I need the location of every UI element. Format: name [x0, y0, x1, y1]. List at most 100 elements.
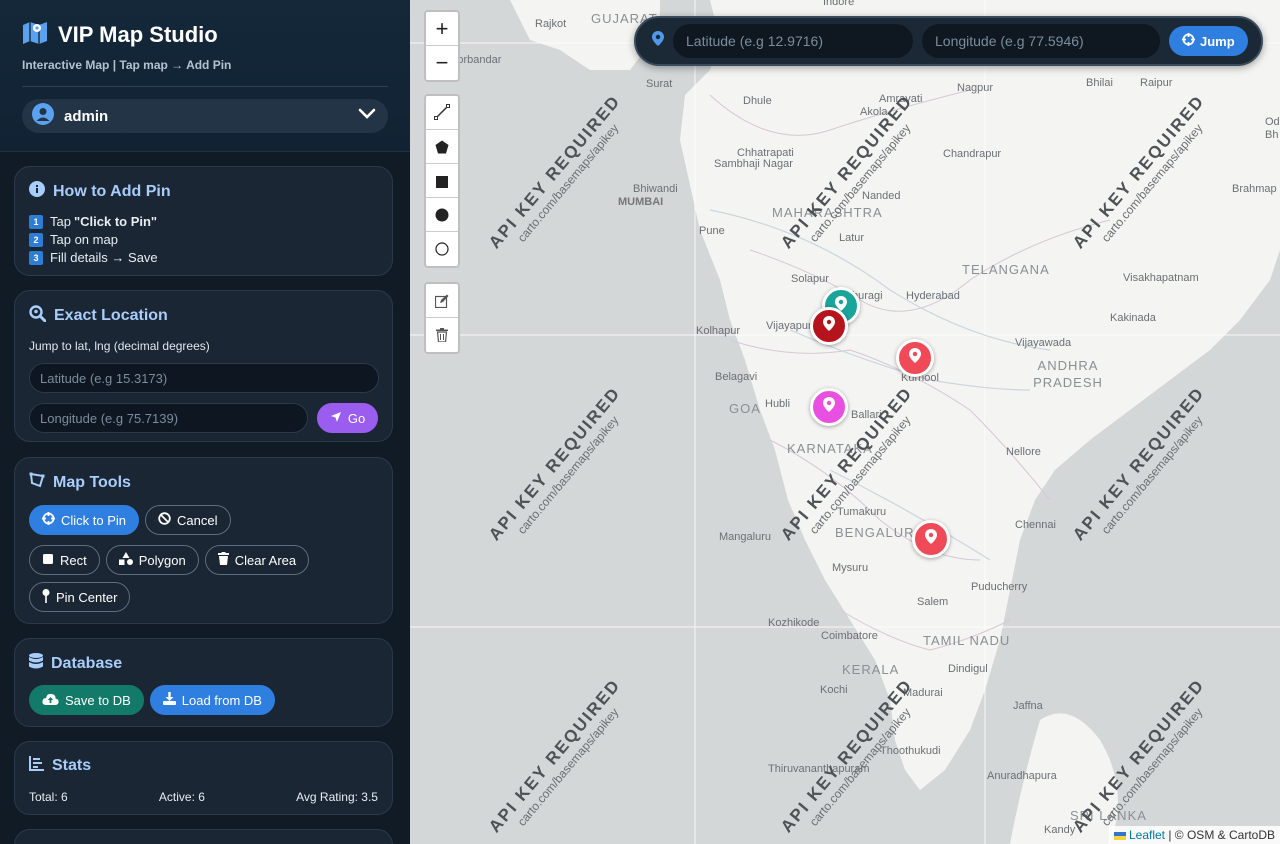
map-tools-title: Map Tools — [29, 472, 378, 493]
longitude-input[interactable] — [29, 403, 308, 433]
save-to-db-button[interactable]: Save to DB — [29, 685, 144, 715]
draw-circle-button[interactable] — [426, 198, 458, 232]
go-button[interactable]: Go — [317, 403, 378, 433]
cancel-button[interactable]: Cancel — [145, 505, 231, 535]
city-label: Bhiwandi — [633, 183, 678, 195]
map-pin-marker[interactable] — [896, 339, 934, 377]
click-to-pin-button[interactable]: Click to Pin — [29, 505, 140, 535]
database-title: Database — [29, 653, 378, 674]
circle-filled-icon — [435, 202, 449, 228]
jump-button[interactable]: Jump — [1169, 26, 1248, 56]
user-avatar-icon — [32, 102, 54, 130]
polygon-button[interactable]: Polygon — [105, 545, 199, 575]
how-to-title: How to Add Pin — [29, 181, 378, 202]
chevron-down-icon — [358, 107, 376, 125]
database-card: Database Save to DB Load from DB — [14, 638, 393, 727]
state-label: KERALA — [842, 662, 900, 677]
leaflet-link[interactable]: Leaflet — [1129, 828, 1165, 842]
map-pin-marker[interactable] — [912, 520, 950, 558]
app-title: VIP Map Studio — [58, 21, 218, 47]
map-pin-marker[interactable] — [810, 388, 848, 426]
load-from-db-button[interactable]: Load from DB — [149, 685, 275, 715]
city-label: Latur — [839, 232, 865, 244]
city-label: Mangaluru — [719, 531, 771, 543]
draw-polyline-button[interactable] — [426, 96, 458, 130]
state-label: TELANGANA — [962, 262, 1050, 277]
polyline-icon — [434, 100, 450, 126]
city-label: Brahmap — [1232, 183, 1277, 195]
user-name: admin — [64, 107, 109, 125]
ban-icon — [158, 512, 171, 528]
edit-icon — [434, 288, 449, 314]
city-label: Indore — [823, 0, 855, 8]
crosshair-icon — [42, 512, 55, 528]
step-item: 3 Fill details → Save — [29, 250, 378, 265]
info-icon — [29, 181, 45, 202]
map-marker-icon — [823, 397, 835, 417]
city-label: Dindigul — [948, 663, 988, 675]
sidebar-header: VIP Map Studio Interactive Map | Tap map… — [0, 0, 410, 152]
steps-list: 1 Tap "Click to Pin" 2 Tap on map 3 Fill de… — [29, 214, 378, 265]
city-label: Bhilai — [1086, 77, 1113, 89]
stat-active: Active: 6 — [158, 790, 205, 804]
cloud-upload-icon — [42, 693, 59, 708]
lng-row: Go — [29, 403, 378, 433]
topbar-latitude-input[interactable] — [673, 24, 913, 58]
circle-outline-icon — [435, 236, 449, 262]
next-card — [14, 829, 393, 844]
draw-polygon-icon — [29, 472, 45, 493]
tools-row-2: Rect Polygon Clear Area — [29, 545, 378, 575]
zoom-in-button[interactable]: + — [426, 12, 458, 46]
state-label: GOA — [729, 401, 761, 416]
pin-center-button[interactable]: Pin Center — [29, 582, 131, 612]
latitude-input[interactable] — [29, 363, 379, 393]
city-label: Nellore — [1006, 446, 1041, 458]
city-label: Kochi — [820, 684, 848, 696]
trash-icon — [217, 552, 229, 568]
state-label: TAMIL NADU — [923, 633, 1011, 648]
crosshair-icon — [1182, 33, 1195, 49]
city-label: Chennai — [1015, 519, 1056, 531]
topbar-longitude-input[interactable] — [922, 24, 1160, 58]
city-label: Belagavi — [715, 371, 758, 383]
city-label: Puducherry — [971, 581, 1028, 593]
exact-location-title: Exact Location — [29, 305, 378, 327]
map-marker-icon — [652, 31, 664, 51]
tools-row-3: Pin Center — [29, 582, 378, 612]
rect-button[interactable]: Rect — [29, 545, 100, 575]
delete-layers-button[interactable] — [426, 318, 458, 352]
map-marker-icon — [823, 316, 835, 336]
zoom-out-button[interactable]: − — [426, 46, 458, 80]
coordinate-jump-bar: Jump — [634, 16, 1263, 66]
stats-row: Total: 6 Active: 6 Avg Rating: 3.5 — [29, 790, 378, 804]
draw-circle-marker-button[interactable] — [426, 232, 458, 266]
how-to-card: How to Add Pin 1 Tap "Click to Pin" 2 Tap … — [14, 166, 393, 276]
ukraine-flag-icon — [1113, 831, 1126, 840]
map-base-layer — [410, 0, 1280, 844]
user-dropdown[interactable]: admin — [22, 99, 388, 133]
city-label: Od — [1265, 116, 1280, 128]
city-label: Coimbatore — [821, 630, 878, 642]
city-label: Kolhapur — [696, 325, 741, 337]
download-icon — [162, 692, 176, 708]
map-marker-icon — [925, 529, 937, 549]
city-label: Nagpur — [957, 82, 994, 94]
pentagon-icon — [435, 134, 449, 160]
map-marker-icon — [909, 348, 921, 368]
shapes-icon — [118, 552, 133, 568]
database-icon — [29, 653, 43, 674]
map-icon — [22, 20, 48, 49]
brand: VIP Map Studio — [22, 20, 388, 49]
database-row: Save to DB Load from DB — [29, 685, 378, 715]
city-label: Sambhaji Nagar — [714, 158, 793, 170]
draw-polygon-button[interactable] — [426, 130, 458, 164]
map-pin-marker[interactable] — [810, 307, 848, 345]
map-canvas[interactable]: GUJARAT MAHARASHTRA TELANGANA ANDHRA PRA… — [410, 0, 1280, 844]
edit-toolbar — [424, 282, 460, 354]
thumbtack-icon — [42, 588, 50, 606]
city-label: Jaffna — [1013, 700, 1043, 712]
clear-area-button[interactable]: Clear Area — [204, 545, 310, 575]
city-label: Surat — [646, 78, 673, 90]
edit-layers-button[interactable] — [426, 284, 458, 318]
draw-rectangle-button[interactable] — [426, 164, 458, 198]
